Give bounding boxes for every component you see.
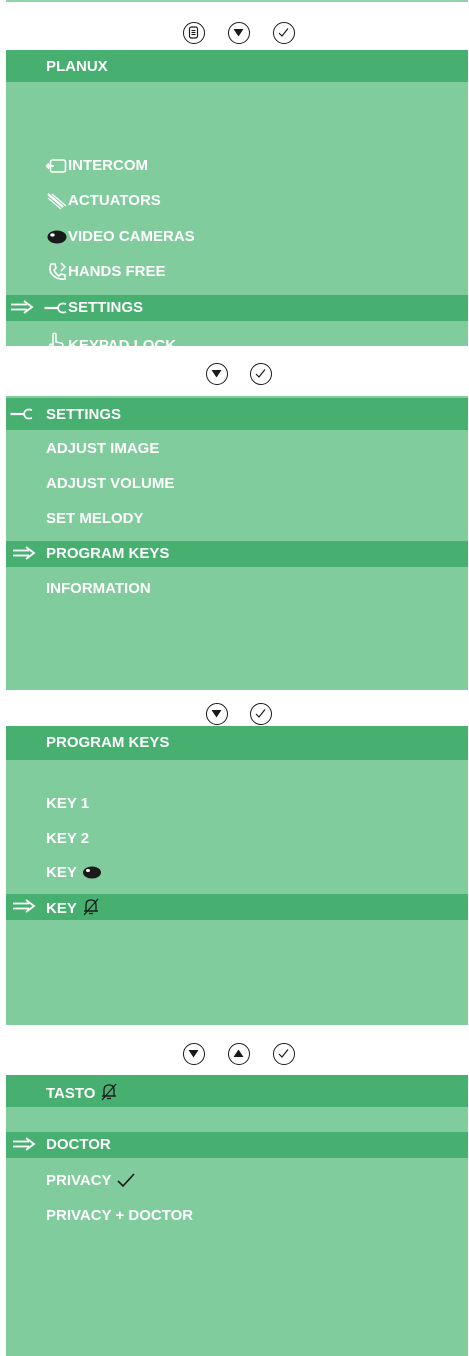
triangle-up-icon (233, 1049, 244, 1057)
menu-item-privacy[interactable]: PRIVACY (6, 1168, 468, 1194)
menu-button[interactable] (183, 22, 205, 44)
intercom-icon (46, 159, 67, 173)
menu-item-label: PROGRAM KEYS (46, 545, 170, 562)
menu-item-label: KEY 1 (46, 795, 90, 812)
menu-item-doctor[interactable]: DOCTOR (6, 1132, 468, 1158)
down-button[interactable] (183, 1043, 205, 1065)
menu-item-label: HANDS FREE (68, 263, 166, 280)
menu-item-label: PRIVACY (46, 1172, 136, 1189)
menu-item-key-2[interactable]: KEY 2 (6, 826, 468, 852)
menu-item-settings[interactable]: SETTINGS (6, 295, 468, 321)
page-title: SETTINGS (46, 406, 122, 423)
confirm-button[interactable] (273, 22, 295, 44)
menu-item-actuators[interactable]: ACTUATORS (6, 188, 468, 214)
screen-header: TASTO (6, 1075, 468, 1107)
page-title: PLANUX (46, 58, 108, 75)
menu-item-label: ACTUATORS (68, 192, 161, 209)
settings-screen: SETTINGS ADJUST IMAGE ADJUST VOLUME SET … (6, 396, 468, 690)
menu-item-label: ADJUST VOLUME (46, 475, 175, 492)
menu-item-label: SETTINGS (68, 299, 144, 316)
screen-header: SETTINGS (6, 398, 468, 430)
phone-icon (49, 262, 67, 280)
wrench-icon (10, 408, 33, 420)
checkmark-icon (255, 709, 266, 718)
checkmark-icon (278, 1049, 289, 1058)
triangle-down-icon (211, 710, 222, 718)
nav-row-1 (0, 14, 469, 54)
confirm-button[interactable] (273, 1043, 295, 1065)
actuator-icon (47, 193, 67, 210)
confirm-button[interactable] (250, 703, 272, 725)
menu-item-label: ADJUST IMAGE (46, 440, 160, 457)
menu-item-set-melody[interactable]: SET MELODY (6, 506, 468, 532)
menu-item-intercom[interactable]: INTERCOM (6, 153, 468, 179)
triangle-down-icon (188, 1050, 199, 1058)
bell-muted-icon (101, 1083, 117, 1101)
checkmark-icon (255, 369, 266, 378)
menu-item-privacy-doctor[interactable]: PRIVACY + DOCTOR (6, 1203, 468, 1229)
menu-item-adjust-volume[interactable]: ADJUST VOLUME (6, 471, 468, 497)
selection-arrow-icon (13, 899, 36, 913)
menu-item-information[interactable]: INFORMATION (6, 576, 468, 602)
menu-item-label: KEYPAD LOCK (68, 337, 177, 354)
selection-arrow-icon (13, 1137, 36, 1151)
top-divider (6, 0, 468, 2)
menu-item-hands-free[interactable]: HANDS FREE (6, 259, 468, 285)
menu-item-label: KEY (46, 864, 102, 881)
menu-item-label: SET MELODY (46, 510, 144, 527)
menu-item-key-mute[interactable]: KEY (6, 894, 468, 920)
down-button[interactable] (206, 363, 228, 385)
page-title: PROGRAM KEYS (46, 734, 170, 751)
down-button[interactable] (228, 22, 250, 44)
menu-item-label: KEY (46, 898, 100, 917)
eye-icon (47, 230, 67, 244)
triangle-down-icon (233, 29, 244, 37)
down-button[interactable] (206, 703, 228, 725)
screen-header: PLANUX (6, 50, 468, 82)
selection-arrow-icon (13, 546, 36, 560)
main-menu-screen: PLANUX INTERCOM ACTUATORS VIDEO CAMERAS … (6, 50, 468, 355)
bell-muted-icon (83, 898, 99, 916)
menu-item-program-keys[interactable]: PROGRAM KEYS (6, 541, 468, 567)
nav-row-4 (0, 1035, 469, 1075)
eye-icon (82, 866, 101, 879)
wrench-icon (44, 302, 67, 314)
up-button[interactable] (228, 1043, 250, 1065)
confirm-button[interactable] (250, 363, 272, 385)
menu-item-adjust-image[interactable]: ADJUST IMAGE (6, 436, 468, 462)
menu-icon (188, 26, 199, 39)
menu-item-key-camera[interactable]: KEY (6, 860, 468, 886)
menu-item-key-1[interactable]: KEY 1 (6, 791, 468, 817)
program-keys-screen: PROGRAM KEYS KEY 1 KEY 2 KEY KEY (6, 726, 468, 1025)
triangle-down-icon (211, 370, 222, 378)
page-title: TASTO (46, 1083, 118, 1102)
menu-item-label: KEY 2 (46, 830, 90, 847)
menu-item-video-cameras[interactable]: VIDEO CAMERAS (6, 224, 468, 250)
menu-item-label: PRIVACY + DOCTOR (46, 1207, 194, 1224)
key-option-screen: TASTO DOCTOR PRIVACY PRIVACY + DOCTOR (6, 1075, 468, 1356)
menu-item-label: INFORMATION (46, 580, 151, 597)
menu-item-label: DOCTOR (46, 1136, 111, 1153)
menu-item-label: INTERCOM (68, 157, 148, 174)
screen-header: PROGRAM KEYS (6, 726, 468, 760)
selection-arrow-icon (11, 300, 34, 314)
checkmark-icon (117, 1173, 135, 1188)
menu-item-label: VIDEO CAMERAS (68, 228, 195, 245)
checkmark-icon (278, 28, 289, 37)
nav-row-2 (0, 355, 469, 395)
